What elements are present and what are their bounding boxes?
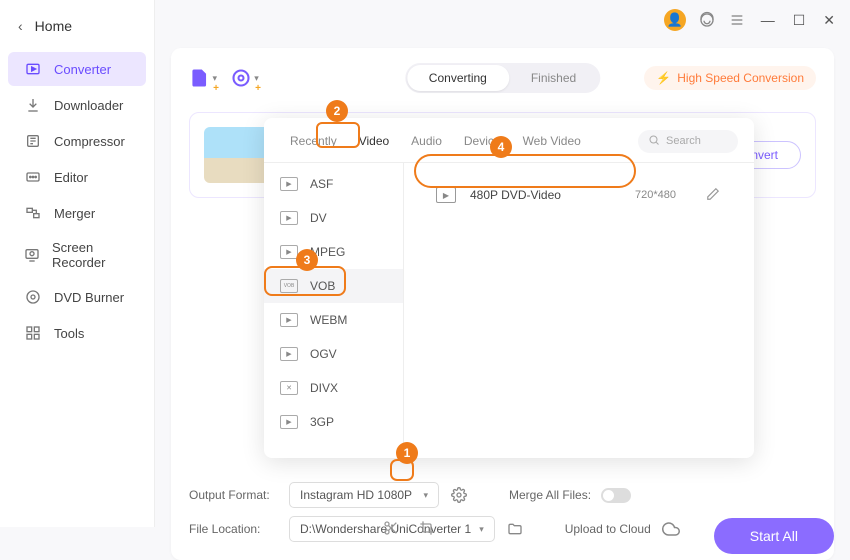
sidebar-item-screen-recorder[interactable]: Screen Recorder [8,232,146,278]
output-settings-icon[interactable] [449,485,469,505]
format-icon: ▶ [280,177,298,191]
output-format-label: Output Format: [189,488,279,502]
popup-tab-web-video[interactable]: Web Video [513,128,591,154]
merge-all-label: Merge All Files: [509,488,591,502]
toolbar: +▾ +▾ Converting Finished ⚡ High Speed C… [189,58,816,98]
plus-badge-icon: + [255,83,261,94]
tab-finished[interactable]: Finished [509,65,598,91]
minimize-button[interactable]: — [758,12,778,28]
popup-tab-video[interactable]: Video [349,128,399,154]
compressor-icon [24,132,42,150]
format-popup: Recently Video Audio Device Web Video Se… [264,118,754,458]
screen-recorder-icon [24,246,40,264]
preset-area: ▶ 480P DVD-Video 720*480 [404,163,754,458]
sidebar-item-compressor[interactable]: Compressor [8,124,146,158]
popup-tab-audio[interactable]: Audio [401,128,452,154]
popup-tab-device[interactable]: Device [454,128,511,154]
support-icon[interactable] [698,11,716,29]
output-format-row: Output Format: Instagram HD 1080P ▾ Merg… [189,478,816,512]
dropdown-caret-icon: ▾ [479,524,484,535]
sidebar-item-converter[interactable]: Converter [8,52,146,86]
trim-icon[interactable] [381,518,401,538]
sidebar-item-editor[interactable]: Editor [8,160,146,194]
format-icon: ▶ [280,313,298,327]
format-icon: ▶ [280,245,298,259]
output-format-select[interactable]: Instagram HD 1080P ▾ [289,482,439,508]
sidebar-item-tools[interactable]: Tools [8,316,146,350]
converter-icon [24,60,42,78]
upload-cloud-label: Upload to Cloud [565,522,651,536]
format-item-dv[interactable]: ▶DV [264,201,403,235]
sidebar: ‹ Home Converter Downloader Compressor E… [0,0,155,527]
user-avatar-icon[interactable]: 👤 [664,9,686,31]
merge-all-toggle[interactable] [601,488,631,503]
bolt-icon: ⚡ [656,71,671,85]
sidebar-item-dvd-burner[interactable]: DVD Burner [8,280,146,314]
format-icon: ▶ [280,347,298,361]
status-tabs: Converting Finished [405,63,600,93]
maximize-button[interactable]: ☐ [790,12,809,29]
file-location-label: File Location: [189,522,279,536]
downloader-icon [24,96,42,114]
close-button[interactable]: ✕ [820,12,838,29]
bottom-bar: Output Format: Instagram HD 1080P ▾ Merg… [189,478,816,546]
plus-badge-icon: + [213,83,219,94]
preset-play-icon: ▶ [436,187,456,203]
sidebar-item-downloader[interactable]: Downloader [8,88,146,122]
file-edit-actions [381,518,437,538]
dvd-burner-icon [24,288,42,306]
format-list[interactable]: ▶ASF ▶DV ▶MPEG VOBVOB ▶WEBM ▶OGV ✕DIVX ▶… [264,163,404,458]
format-icon: ✕ [280,381,298,395]
format-icon: ▶ [280,415,298,429]
back-chevron-icon: ‹ [18,18,23,34]
home-nav[interactable]: ‹ Home [0,8,154,44]
format-item-ogv[interactable]: ▶OGV [264,337,403,371]
search-icon [648,134,660,149]
popup-tabs: Recently Video Audio Device Web Video Se… [264,118,754,163]
cloud-icon[interactable] [661,519,681,539]
preset-row-480p[interactable]: ▶ 480P DVD-Video 720*480 [422,177,736,213]
preset-edit-icon[interactable] [706,187,722,203]
sidebar-list: Converter Downloader Compressor Editor M… [0,52,154,350]
preset-name: 480P DVD-Video [470,188,561,202]
start-all-button[interactable]: Start All [714,518,834,554]
format-item-asf[interactable]: ▶ASF [264,167,403,201]
dropdown-caret-icon: ▾ [423,490,428,501]
menu-icon[interactable] [728,11,746,29]
format-item-webm[interactable]: ▶WEBM [264,303,403,337]
merger-icon [24,204,42,222]
high-speed-conversion-button[interactable]: ⚡ High Speed Conversion [644,66,816,90]
format-search-input[interactable]: Search [638,130,738,153]
editor-icon [24,168,42,186]
crop-icon[interactable] [417,518,437,538]
tab-converting[interactable]: Converting [407,65,509,91]
format-item-mpeg[interactable]: ▶MPEG [264,235,403,269]
tools-icon [24,324,42,342]
preset-resolution: 720*480 [635,189,676,201]
format-icon: VOB [280,279,298,293]
add-file-button[interactable]: +▾ [189,64,217,92]
sidebar-item-merger[interactable]: Merger [8,196,146,230]
format-item-divx[interactable]: ✕DIVX [264,371,403,405]
format-icon: ▶ [280,211,298,225]
popup-body: ▶ASF ▶DV ▶MPEG VOBVOB ▶WEBM ▶OGV ✕DIVX ▶… [264,163,754,458]
home-label: Home [35,18,72,34]
format-item-3gp[interactable]: ▶3GP [264,405,403,439]
popup-tab-recently[interactable]: Recently [280,128,347,154]
add-dvd-button[interactable]: +▾ [231,64,259,92]
format-item-vob[interactable]: VOBVOB [264,269,403,303]
open-folder-icon[interactable] [505,519,525,539]
